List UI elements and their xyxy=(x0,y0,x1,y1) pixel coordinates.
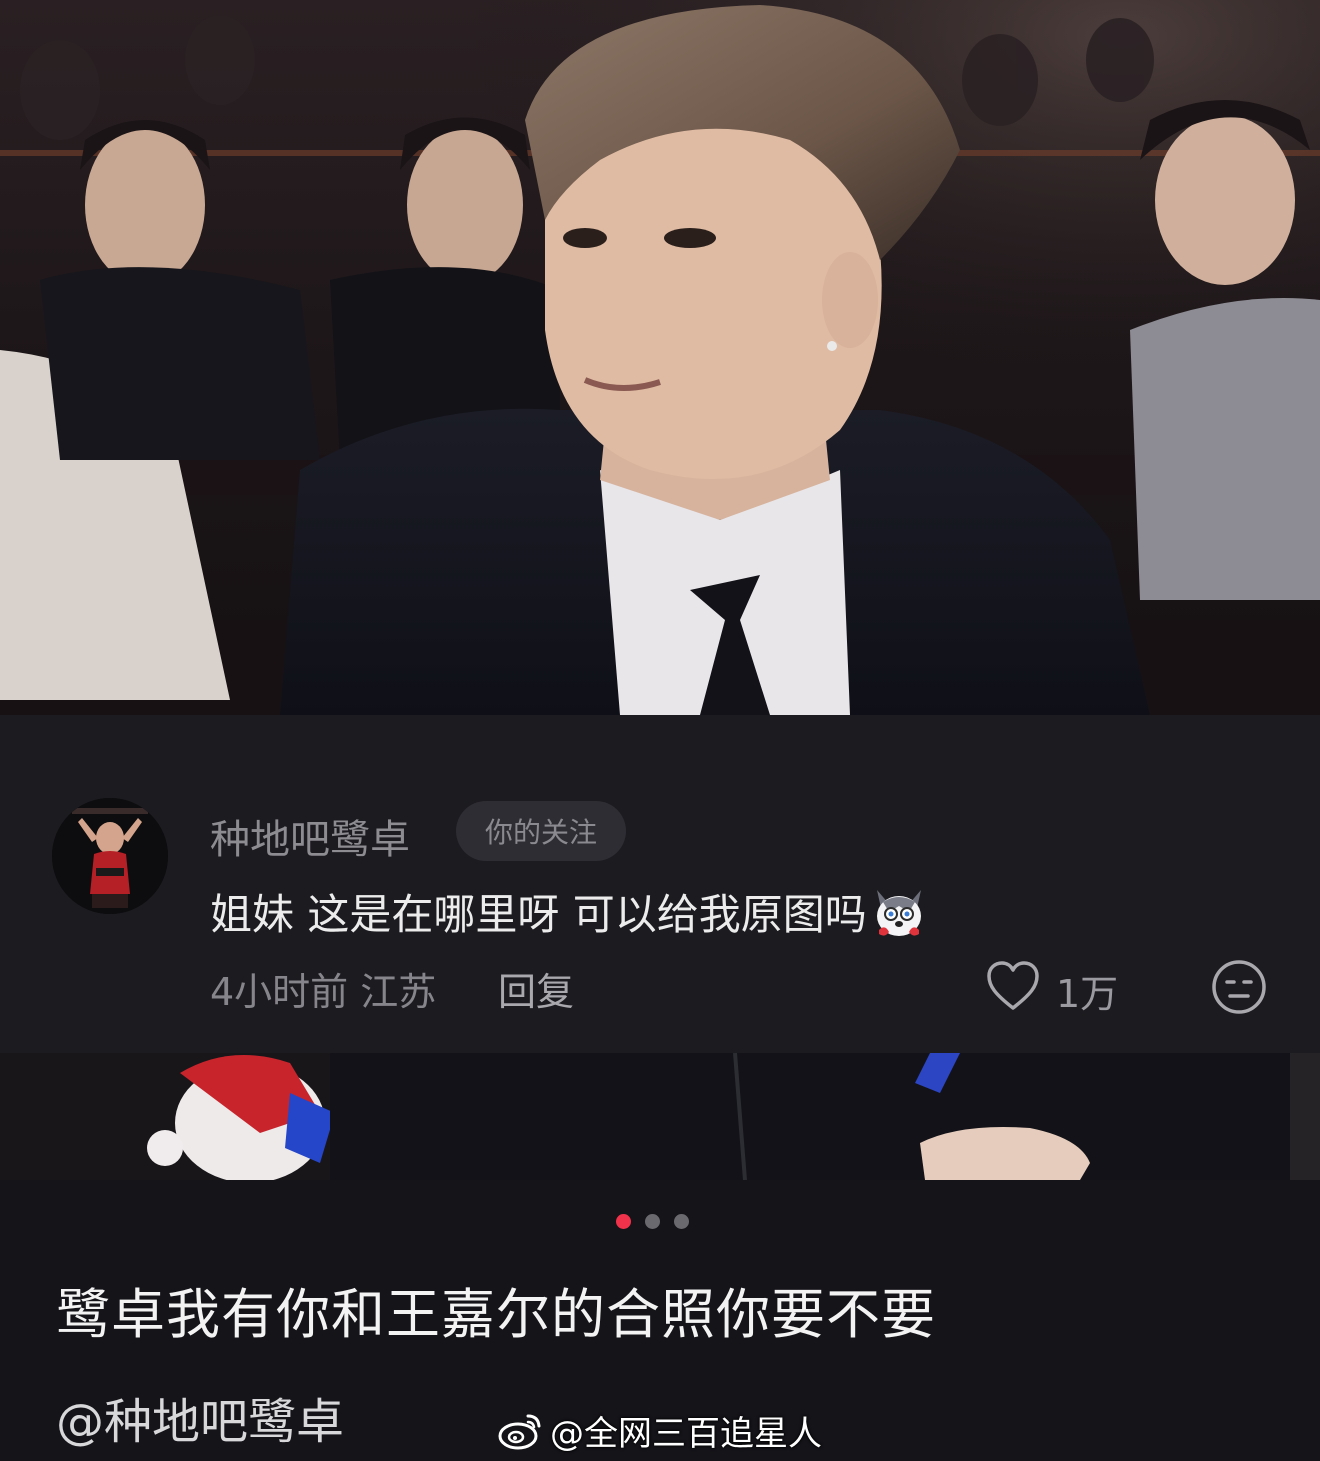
follow-badge: 你的关注 xyxy=(456,801,626,861)
like-count: 1万 xyxy=(1056,972,1119,1016)
post-footer: 鹭卓我有你和王嘉尔的合照你要不要 @种地吧鹭卓 @全网三百追星人 xyxy=(0,1180,1320,1461)
post-photo-illustration xyxy=(0,0,1320,715)
carousel-dot[interactable] xyxy=(674,1214,689,1229)
avatar[interactable] xyxy=(52,798,168,914)
comment-text: 姐妹 这是在哪里呀 可以给我原图吗 xyxy=(210,881,929,942)
carousel-indicator xyxy=(616,1214,689,1229)
avatar-image xyxy=(52,798,168,914)
post-image-lower[interactable] xyxy=(0,1053,1320,1180)
comment-meta: 4小时前 江苏 xyxy=(210,970,437,1014)
post-image[interactable] xyxy=(0,0,1320,715)
post-photo-lower-illustration xyxy=(0,1053,1320,1180)
carousel-dot-active[interactable] xyxy=(616,1214,631,1229)
comment-card[interactable]: 种地吧鹭卓 你的关注 姐妹 这是在哪里呀 可以给我原图吗 4小时前 江苏 回复 … xyxy=(0,715,1320,1053)
screenshot-root: 种地吧鹭卓 你的关注 姐妹 这是在哪里呀 可以给我原图吗 4小时前 江苏 回复 … xyxy=(0,0,1320,1461)
commenter-name[interactable]: 种地吧鹭卓 xyxy=(210,807,410,865)
reply-button[interactable]: 回复 xyxy=(498,961,574,1016)
watermark: @全网三百追星人 xyxy=(498,1406,822,1454)
unamused-face-icon[interactable] xyxy=(1210,958,1268,1016)
carousel-dot[interactable] xyxy=(645,1214,660,1229)
husky-emoji-icon xyxy=(869,882,929,942)
post-title: 鹭卓我有你和王嘉尔的合照你要不要 xyxy=(56,1283,936,1346)
heart-icon[interactable] xyxy=(985,960,1041,1012)
comment-body: 姐妹 这是在哪里呀 可以给我原图吗 xyxy=(210,890,867,939)
weibo-logo-icon xyxy=(498,1410,544,1450)
post-mention[interactable]: @种地吧鹭卓 xyxy=(56,1382,344,1452)
watermark-text: @全网三百追星人 xyxy=(550,1413,822,1454)
